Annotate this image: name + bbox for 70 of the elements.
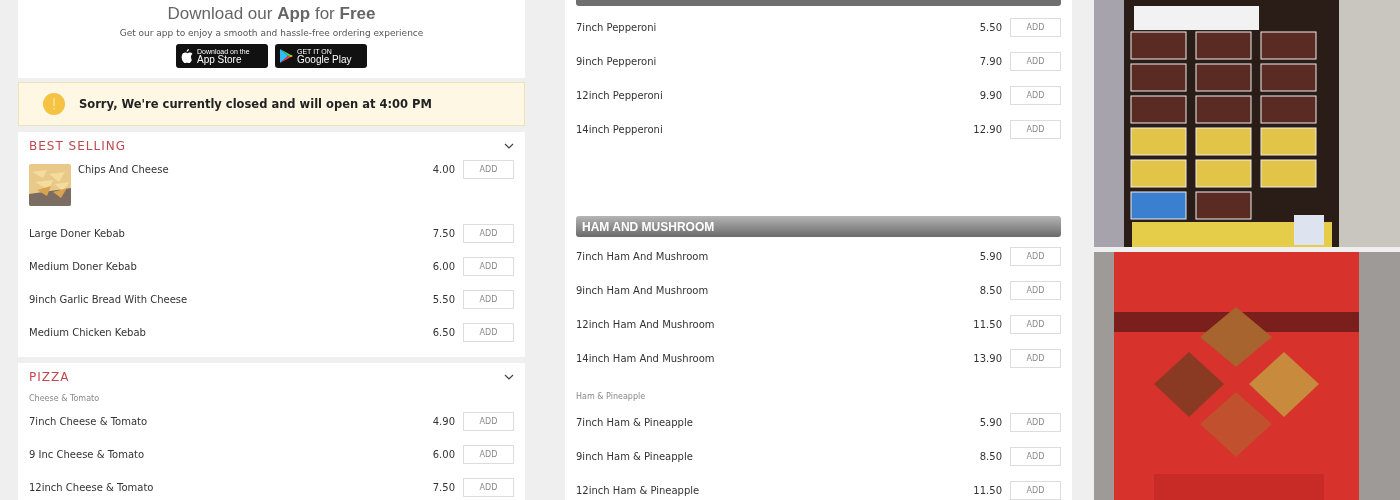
add-button[interactable]: ADD <box>1010 51 1061 71</box>
promo-subtitle: Get our app to enjoy a smooth and hassle-free ordering experience <box>119 28 424 38</box>
item-price: 13.90 <box>973 352 1002 364</box>
item-price: 8.50 <box>979 450 1002 462</box>
subcategory-label: Ham & Pineapple <box>576 392 646 401</box>
item-price: 8.50 <box>979 284 1002 296</box>
item-price: 5.90 <box>979 250 1002 262</box>
add-button[interactable]: ADD <box>463 478 514 497</box>
add-button[interactable]: ADD <box>1010 348 1061 368</box>
add-button[interactable]: ADD <box>1010 17 1061 37</box>
item-price: 5.50 <box>979 21 1002 33</box>
chevron-icon[interactable] <box>504 143 514 149</box>
add-button[interactable]: ADD <box>1010 480 1061 500</box>
chevron-icon[interactable] <box>504 374 514 380</box>
item-name: 7inch Ham And Mushroom <box>576 250 710 262</box>
section-title: BEST SELLING <box>29 139 126 153</box>
item-price: 11.50 <box>973 484 1002 496</box>
item-name: Medium Doner Kebab <box>29 261 138 272</box>
section-title: PIZZA <box>29 370 70 384</box>
add-button[interactable]: ADD <box>1010 119 1061 139</box>
item-name: 9inch Pepperoni <box>576 55 658 67</box>
item-name: Chips And Cheese <box>78 164 170 175</box>
item-price: 5.90 <box>979 416 1002 428</box>
item-name: 9inch Ham And Mushroom <box>576 284 710 296</box>
item-price: 7.50 <box>432 228 455 239</box>
add-button[interactable]: ADD <box>1010 314 1061 334</box>
item-name: 12inch Cheese & Tomato <box>29 482 155 493</box>
add-button[interactable]: ADD <box>1010 85 1061 105</box>
add-button[interactable]: ADD <box>463 224 514 243</box>
item-name: 12inch Ham & Pineapple <box>576 484 701 496</box>
item-price: 12.90 <box>973 123 1002 135</box>
item-name: 9 Inc Cheese & Tomato <box>29 449 146 460</box>
play-icon <box>280 49 293 63</box>
item-name: 7inch Pepperoni <box>576 21 658 33</box>
category-header: HAM AND MUSHROOM <box>576 216 1061 237</box>
promo-heading: Download our App for Free <box>167 4 376 24</box>
item-price: 5.50 <box>432 294 455 305</box>
add-button[interactable]: ADD <box>463 160 514 179</box>
item-name: 12inch Ham And Mushroom <box>576 318 716 330</box>
item-price: 4.00 <box>432 164 455 175</box>
item-price: 6.00 <box>432 449 455 460</box>
item-name: Large Doner Kebab <box>29 228 126 239</box>
add-button[interactable]: ADD <box>1010 412 1061 432</box>
item-price: 6.50 <box>432 327 455 338</box>
item-price: 9.90 <box>979 89 1002 101</box>
item-name: 14inch Ham And Mushroom <box>576 352 716 364</box>
apple-icon <box>181 49 193 63</box>
add-button[interactable]: ADD <box>1010 446 1061 466</box>
closed-notice: Sorry, We're currently closed and will open at 4:00 PM <box>79 97 432 111</box>
item-name: Medium Chicken Kebab <box>29 327 147 338</box>
item-price: 7.50 <box>432 482 455 493</box>
add-button[interactable]: ADD <box>463 412 514 431</box>
item-price: 6.00 <box>432 261 455 272</box>
item-name: 9inch Garlic Bread With Cheese <box>29 294 189 305</box>
add-button[interactable]: ADD <box>463 445 514 464</box>
item-price: 4.90 <box>432 416 455 427</box>
item-name: 12inch Pepperoni <box>576 89 664 101</box>
item-price: 11.50 <box>973 318 1002 330</box>
add-button[interactable]: ADD <box>1010 280 1061 300</box>
add-button[interactable]: ADD <box>1010 246 1061 266</box>
add-button[interactable]: ADD <box>463 323 514 342</box>
item-name: 7inch Ham & Pineapple <box>576 416 694 428</box>
item-name: 9inch Ham & Pineapple <box>576 450 694 462</box>
item-name: 14inch Pepperoni <box>576 123 664 135</box>
warning-icon <box>43 93 65 115</box>
subcategory-label: Cheese & Tomato <box>29 393 100 403</box>
item-price: 7.90 <box>979 55 1002 67</box>
item-name: 7inch Cheese & Tomato <box>29 416 149 427</box>
add-button[interactable]: ADD <box>463 257 514 276</box>
add-button[interactable]: ADD <box>463 290 514 309</box>
